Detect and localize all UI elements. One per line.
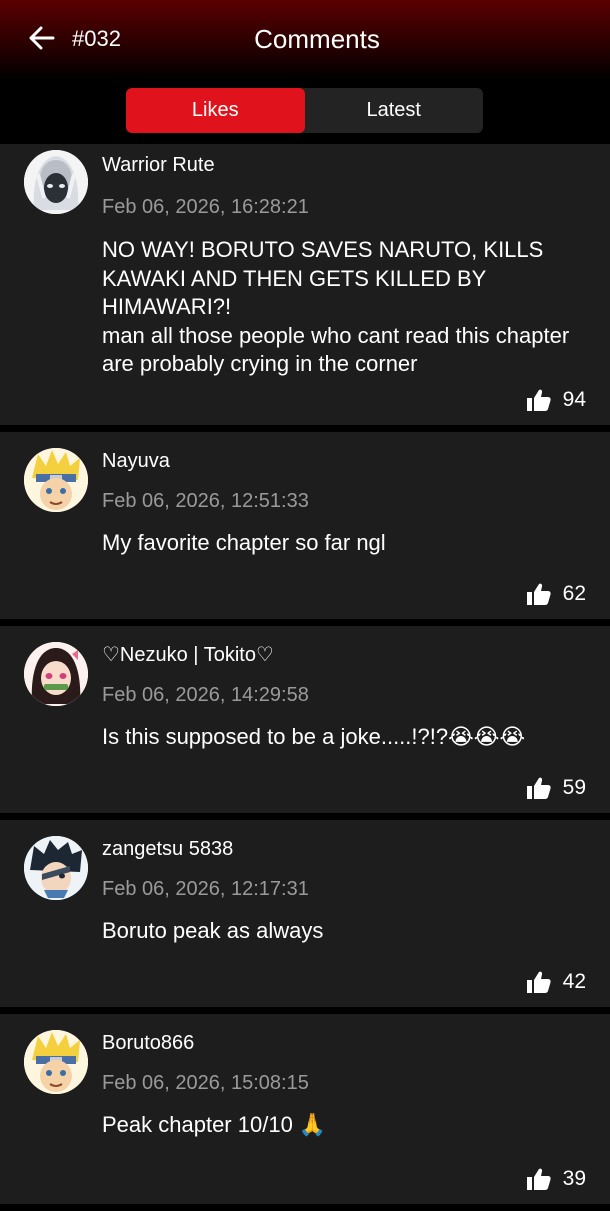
comment-body: Boruto peak as always [102,918,324,943]
like-count: 39 [562,1167,586,1190]
user-avatar[interactable] [24,836,88,900]
like-count: 94 [562,388,586,411]
like-count: 62 [562,582,586,605]
tab-likes[interactable]: Likes [126,88,305,133]
comment-body: My favorite chapter so far ngl [102,530,386,555]
thumbs-up-icon [526,777,551,799]
user-avatar[interactable] [24,448,88,512]
white-haired-character-avatar-icon [24,150,88,214]
comment-username[interactable]: Warrior Rute [102,152,215,178]
user-avatar[interactable] [24,1030,88,1094]
thumbs-up-icon [526,583,551,605]
top-bar: #032 Comments [0,0,610,80]
comment-username[interactable]: ♡Nezuko | Tokito♡ [102,642,274,668]
like-button[interactable]: 42 [526,969,586,995]
comment-card: zangetsu 5838 Feb 06, 2026, 12:17:31 Bor… [0,820,610,1007]
like-button[interactable]: 39 [526,1166,586,1192]
comment-list: Warrior Rute Feb 06, 2026, 16:28:21 NO W… [0,144,610,1211]
blonde-ninja-avatar-icon [24,448,88,512]
user-avatar[interactable] [24,642,88,706]
comment-username[interactable]: zangetsu 5838 [102,836,233,862]
comment-timestamp: Feb 06, 2026, 16:28:21 [102,196,309,218]
comment-body: NO WAY! BORUTO SAVES NARUTO, KILLS KAWAK… [102,237,570,376]
page-title: Comments [254,24,380,54]
comment-body: Is this supposed to be a joke.....!?!?😭😭… [102,724,526,749]
like-button[interactable]: 59 [526,775,586,801]
comment-timestamp: Feb 06, 2026, 12:51:33 [102,490,309,512]
comment-body: Peak chapter 10/10 🙏 [102,1112,327,1137]
comment-timestamp: Feb 06, 2026, 14:29:58 [102,684,309,706]
comment-username[interactable]: Nayuva [102,448,170,474]
tab-latest[interactable]: Latest [305,88,484,133]
comment-username[interactable]: Boruto866 [102,1030,194,1056]
dark-haired-ninja-avatar-icon [24,836,88,900]
like-count: 59 [562,776,586,799]
thumbs-up-icon [526,1168,551,1190]
comment-card: ♡Nezuko | Tokito♡ Feb 06, 2026, 14:29:58… [0,626,610,813]
thumbs-up-icon [526,389,551,411]
comment-card: Nayuva Feb 06, 2026, 12:51:33 My favorit… [0,432,610,619]
like-count: 42 [562,970,586,993]
user-avatar[interactable] [24,150,88,214]
thumbs-up-icon [526,971,551,993]
comment-card: Warrior Rute Feb 06, 2026, 16:28:21 NO W… [0,144,610,425]
comment-timestamp: Feb 06, 2026, 15:08:15 [102,1072,309,1094]
nezuko-avatar-icon [24,642,88,706]
like-button[interactable]: 62 [526,581,586,607]
blonde-ninja-avatar-icon [24,1030,88,1094]
sort-tabs: Likes Latest [126,88,483,133]
comment-card: Boruto866 Feb 06, 2026, 15:08:15 Peak ch… [0,1014,610,1204]
like-button[interactable]: 94 [526,387,586,413]
comment-timestamp: Feb 06, 2026, 12:17:31 [102,878,309,900]
